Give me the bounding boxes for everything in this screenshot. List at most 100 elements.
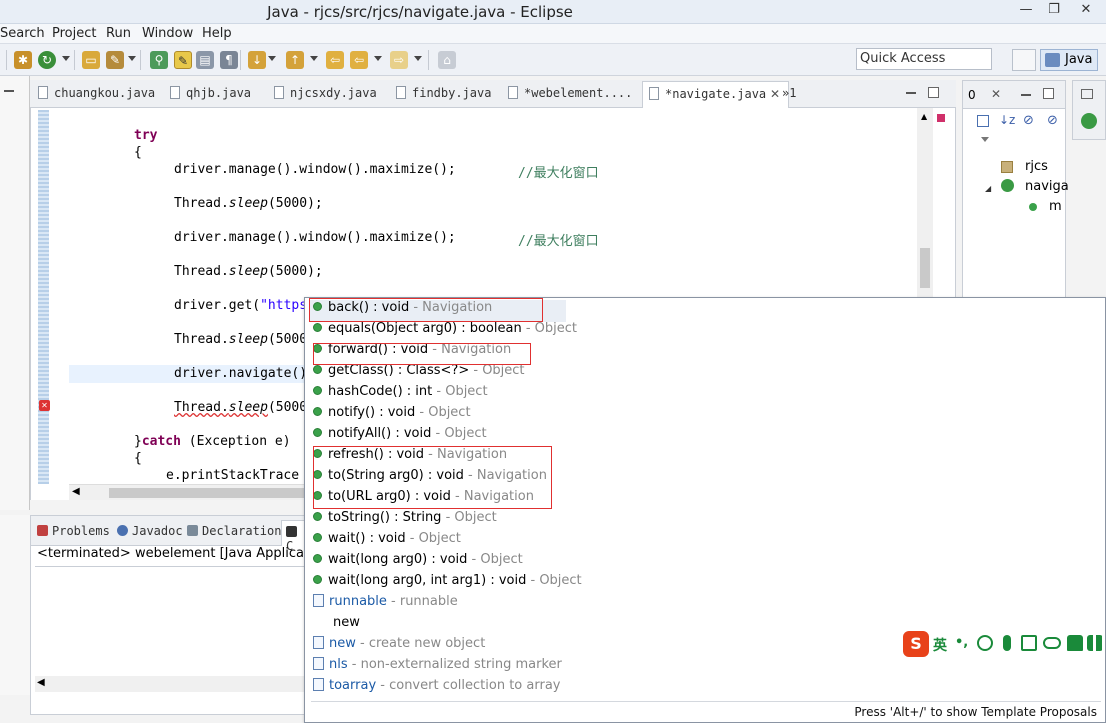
prev-annotation-icon[interactable]: ↑ <box>286 51 304 69</box>
debug-config-icon[interactable]: ✱ <box>14 51 32 69</box>
next-annotation-dropdown-icon[interactable] <box>268 56 276 61</box>
menu-search[interactable]: Search <box>0 26 45 41</box>
microphone-icon[interactable] <box>1003 635 1011 651</box>
proposal-item[interactable]: toString() : String - Object <box>313 510 873 531</box>
tab-overflow[interactable]: »1 <box>782 86 796 100</box>
proposal-item[interactable]: hashCode() : int - Object <box>313 384 873 405</box>
tab-javadoc[interactable]: Javadoc <box>117 524 183 538</box>
wand-dropdown-icon[interactable] <box>128 56 136 61</box>
view-menu-icon[interactable] <box>4 90 14 92</box>
sort-icon[interactable]: ↓z <box>999 113 1015 127</box>
scroll-up-icon[interactable]: ▲ <box>921 112 927 121</box>
proposal-item[interactable]: equals(Object arg0) : boolean - Object <box>313 321 873 342</box>
run-icon[interactable]: ↻ <box>38 51 56 69</box>
proposal-declaring-type: - Object <box>467 552 523 567</box>
menu-window[interactable]: Window <box>142 26 193 41</box>
view-menu-icon[interactable] <box>981 137 989 142</box>
tab-qhjb[interactable]: qhjb.java <box>170 86 251 100</box>
proposal-item[interactable]: getClass() : Class<?> - Object <box>313 363 873 384</box>
pin-editor-icon[interactable]: ⌂ <box>438 51 456 69</box>
close-tab-icon[interactable]: ✕ <box>770 87 780 101</box>
close-tab-icon[interactable]: ✕ <box>991 87 1001 101</box>
menu-project[interactable]: Project <box>52 26 96 41</box>
quick-access-input[interactable]: Quick Access <box>856 48 992 70</box>
menu-help[interactable]: Help <box>202 26 232 41</box>
proposal-item[interactable]: notifyAll() : void - Object <box>313 426 873 447</box>
tab-webelement[interactable]: *webelement.... <box>508 86 632 100</box>
ime-language-label[interactable]: 英 <box>933 635 947 655</box>
outline-item-rjcs[interactable]: rjcs <box>1025 159 1048 174</box>
back-dropdown-icon[interactable] <box>374 56 382 61</box>
menu-grid-icon[interactable] <box>1087 635 1103 651</box>
proposal-item[interactable]: wait(long arg0) : void - Object <box>313 552 873 573</box>
restore-icon[interactable] <box>1081 89 1093 99</box>
console-horizontal-scrollbar[interactable]: ◀ <box>35 676 305 692</box>
scroll-left-icon[interactable]: ◀ <box>37 677 45 688</box>
wand-icon[interactable]: ✎ <box>106 51 124 69</box>
proposal-item[interactable]: new - create new object <box>313 636 873 657</box>
forward-icon[interactable]: ⇨ <box>390 51 408 69</box>
java-perspective-button[interactable]: Java <box>1040 49 1098 71</box>
tab-problems[interactable]: Problems <box>37 524 110 538</box>
highlight-icon[interactable]: ✎ <box>174 51 192 69</box>
forward-dropdown-icon[interactable] <box>414 56 422 61</box>
proposal-item[interactable]: wait() : void - Object <box>313 531 873 552</box>
tab-label: Javadoc <box>132 524 183 538</box>
tab-chuangkou[interactable]: chuangkou.java <box>38 86 155 100</box>
open-perspective-button[interactable] <box>1012 49 1036 71</box>
keyboard-icon[interactable] <box>1021 635 1037 651</box>
minimize-view-icon[interactable] <box>1021 94 1031 96</box>
tab-label: Problems <box>52 524 110 538</box>
error-marker-icon[interactable]: ✕ <box>39 400 50 411</box>
hide-fields-icon[interactable]: ⊘ <box>1023 113 1034 128</box>
punctuation-icon[interactable]: •, <box>955 635 971 651</box>
proposal-item[interactable]: wait(long arg0, int arg1) : void - Objec… <box>313 573 873 594</box>
block-select-icon[interactable]: ▤ <box>196 51 214 69</box>
console-icon <box>286 526 297 537</box>
proposal-item[interactable]: runnable - runnable <box>313 594 873 615</box>
proposal-item[interactable]: new <box>313 615 873 636</box>
toolbox-icon[interactable] <box>1043 637 1061 649</box>
sogou-logo-icon[interactable]: S <box>903 631 929 657</box>
proposal-declaring-type: - non-externalized string marker <box>347 657 562 672</box>
next-annotation-icon[interactable]: ↓ <box>248 51 266 69</box>
minimize-button[interactable]: — <box>1012 2 1040 20</box>
maximize-editor-icon[interactable] <box>928 87 939 98</box>
emoji-icon[interactable] <box>977 635 993 651</box>
prev-annotation-dropdown-icon[interactable] <box>310 56 318 61</box>
maximize-button[interactable]: ❐ <box>1040 2 1068 20</box>
scroll-thumb[interactable] <box>109 488 309 498</box>
maximize-view-icon[interactable] <box>1043 88 1054 99</box>
left-view-stub <box>0 76 30 510</box>
proposal-declaring-type: - Object <box>526 573 582 588</box>
outline-item-navigate[interactable]: naviga <box>1025 179 1069 194</box>
close-button[interactable]: ✕ <box>1072 2 1100 20</box>
proposal-item[interactable]: notify() : void - Object <box>313 405 873 426</box>
menu-run[interactable]: Run <box>106 26 131 41</box>
outline-item-main[interactable]: m <box>1049 199 1062 214</box>
tab-declaration[interactable]: Declaration <box>187 524 281 538</box>
outline-tab-label[interactable]: 0 <box>968 88 976 102</box>
collapse-all-icon[interactable] <box>977 115 989 127</box>
tab-findby[interactable]: findby.java <box>396 86 491 100</box>
run-dropdown-icon[interactable] <box>62 56 70 61</box>
hide-static-icon[interactable]: ⊘ <box>1047 113 1058 128</box>
minimize-editor-icon[interactable] <box>906 92 916 94</box>
back-icon[interactable]: ⇦ <box>350 51 368 69</box>
expand-arrow-icon[interactable]: ◢ <box>985 184 991 193</box>
search-icon[interactable]: ⚲ <box>150 51 168 69</box>
last-edit-icon[interactable]: ⇦ <box>326 51 344 69</box>
overview-error-icon[interactable] <box>937 114 945 122</box>
scroll-left-icon[interactable]: ◀ <box>72 486 80 497</box>
proposal-item[interactable]: nls - non-externalized string marker <box>313 657 873 678</box>
scroll-thumb[interactable] <box>920 248 930 288</box>
whitespace-icon[interactable]: ¶ <box>220 51 238 69</box>
tab-njcsxdy[interactable]: njcsxdy.java <box>274 86 377 100</box>
task-list-icon[interactable] <box>1081 113 1097 129</box>
tab-navigate[interactable]: *navigate.java ✕ <box>642 81 790 108</box>
proposal-item[interactable]: toarray - convert collection to array <box>313 678 873 699</box>
proposal-name: getClass() : Class<?> <box>328 363 470 378</box>
proposal-name: wait(long arg0) : void <box>328 552 468 567</box>
skin-icon[interactable] <box>1067 635 1083 651</box>
open-folder-icon[interactable]: ▭ <box>82 51 100 69</box>
